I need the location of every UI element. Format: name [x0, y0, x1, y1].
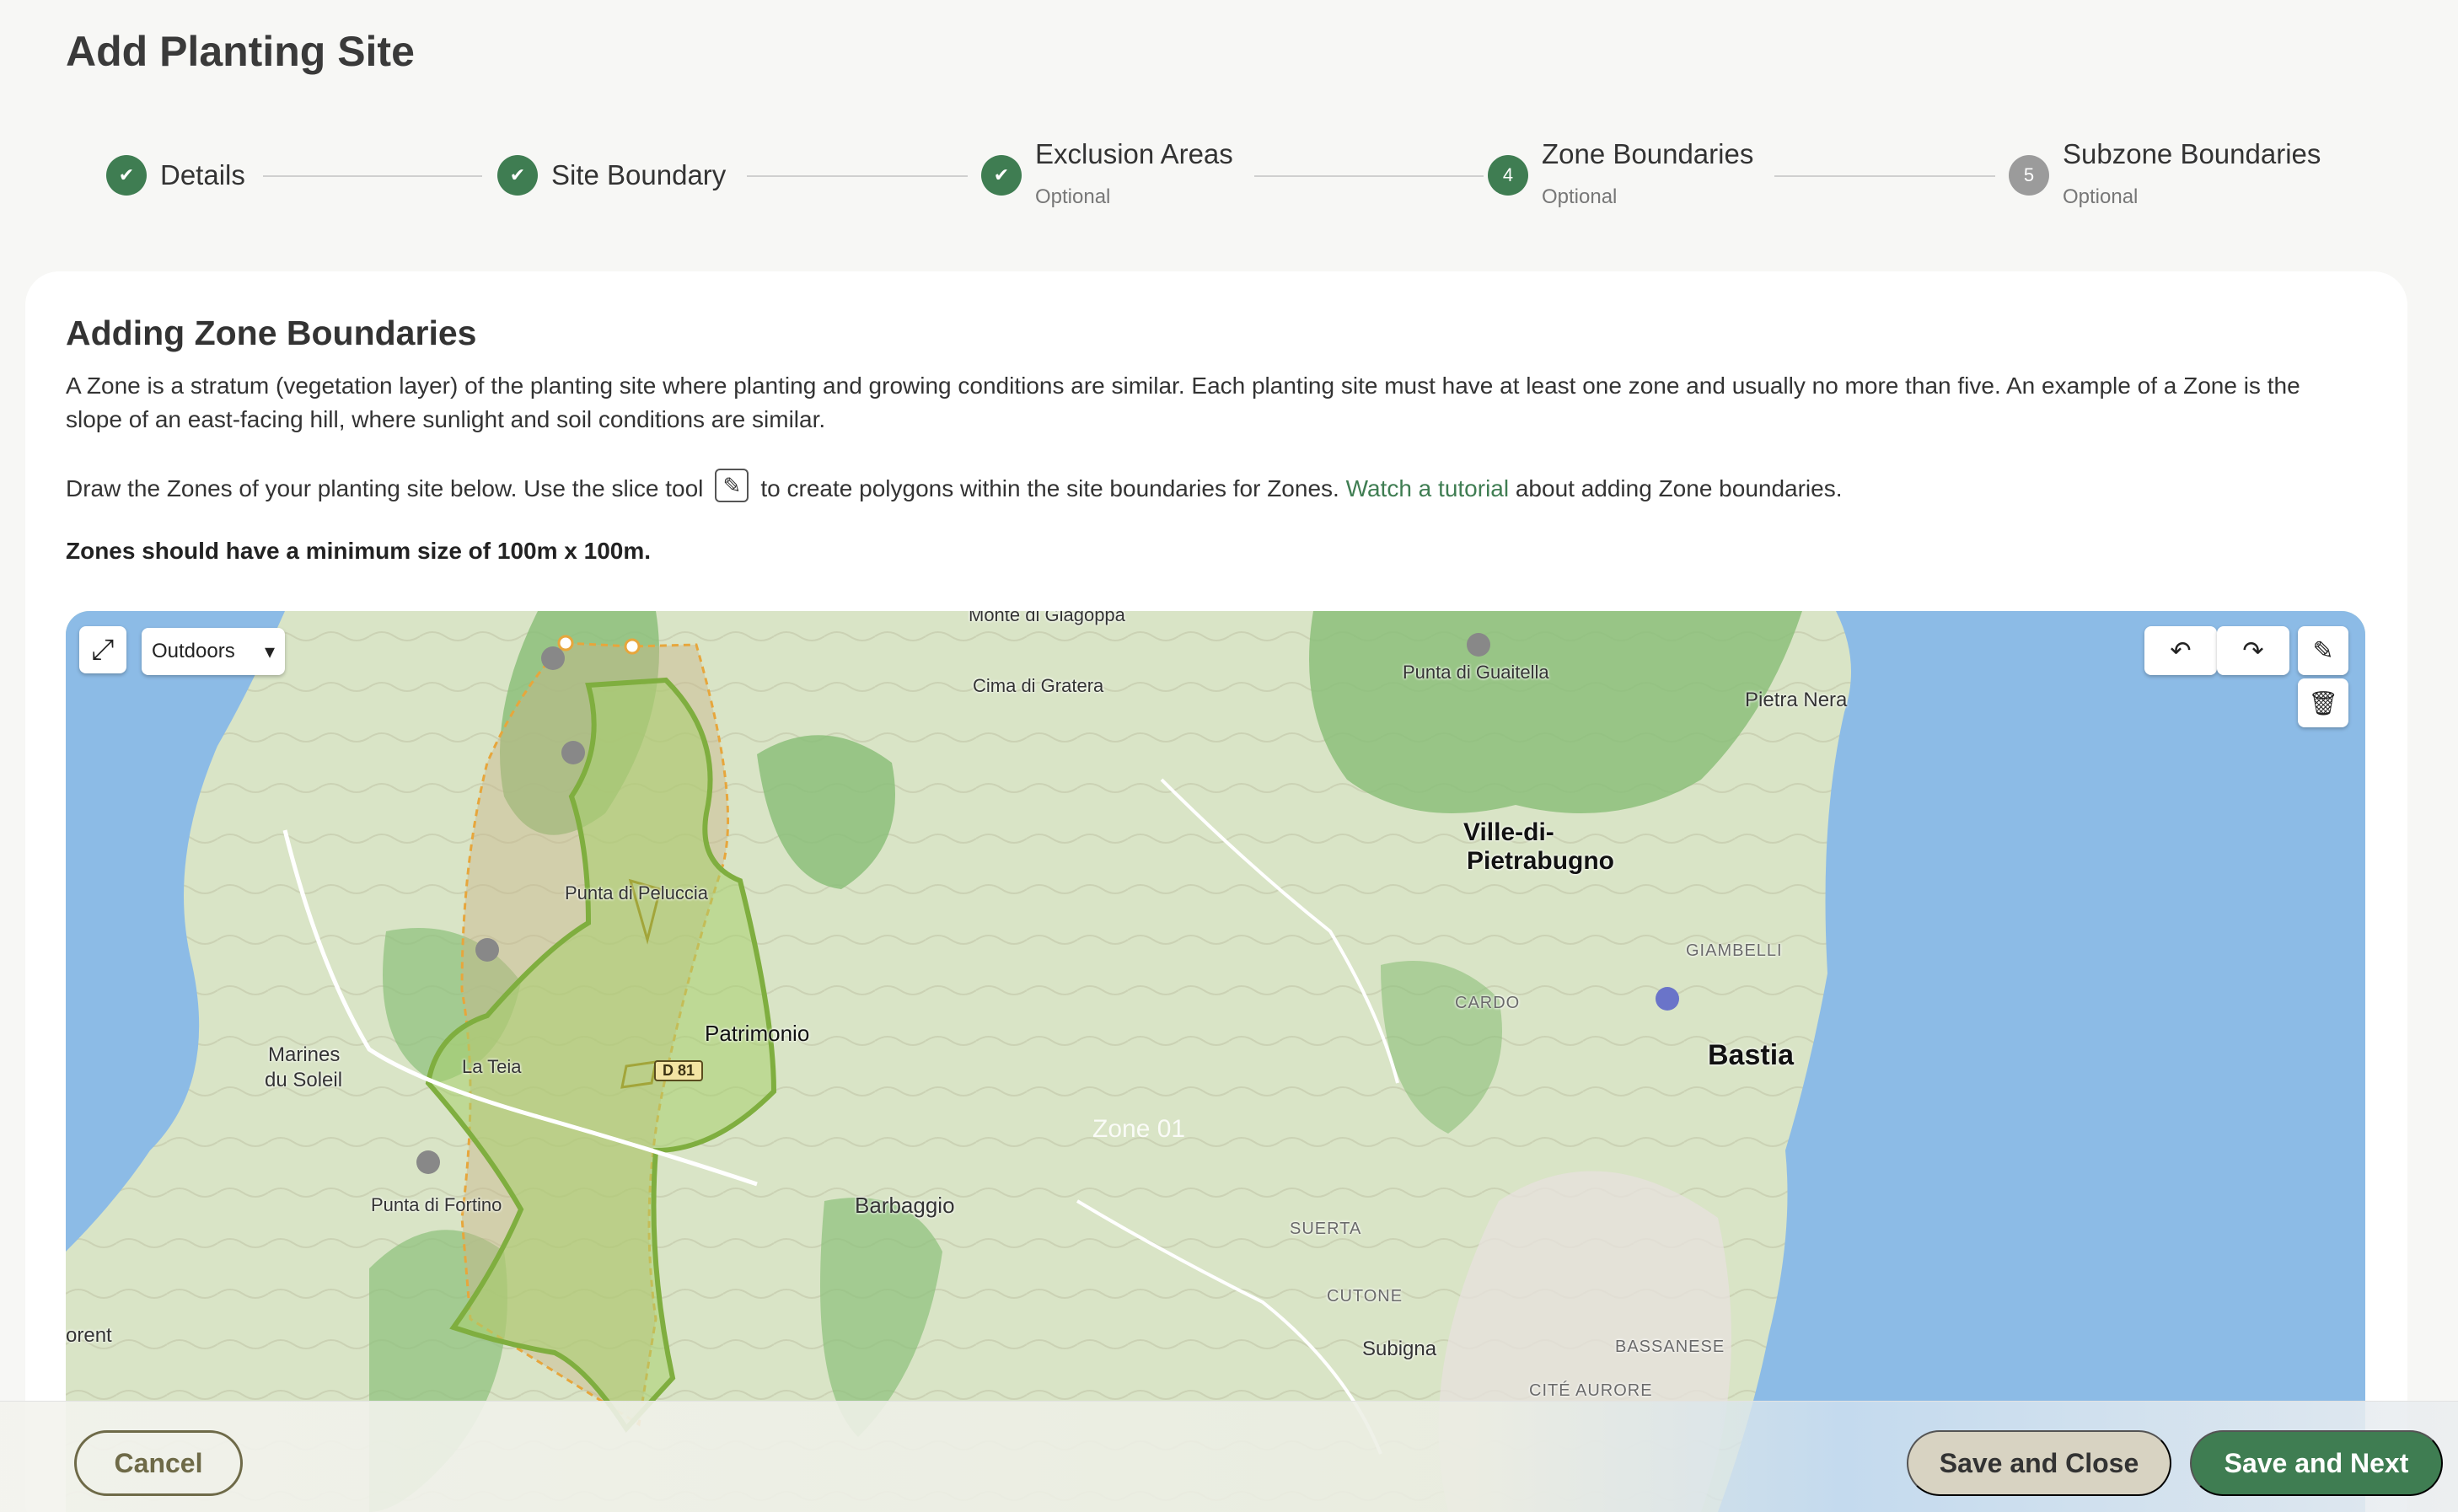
instructions-text-2: to create polygons within the site bound…	[760, 475, 1339, 501]
instructions-text-3: about adding Zone boundaries.	[1515, 475, 1843, 501]
watch-tutorial-link[interactable]: Watch a tutorial	[1346, 475, 1509, 501]
step-site-boundary-label: Site Boundary	[551, 159, 727, 190]
min-size-note: Zones should have a minimum size of 100m…	[66, 538, 652, 564]
step-zone-sub: Optional	[1542, 185, 1618, 208]
map-label: Pietra Nera	[1745, 689, 1848, 711]
step-number-5: 5	[2009, 155, 2049, 196]
map[interactable]: ⤢ Outdoors ▾ ↶ ↷ ✎ 🗑 Monte di Giagoppa C…	[66, 611, 2365, 1512]
zone-label: Zone 01	[1092, 1115, 1186, 1143]
step-details-label: Details	[160, 159, 245, 190]
undo-button[interactable]: ↶	[2144, 626, 2217, 675]
map-style-select[interactable]: Outdoors ▾	[142, 628, 285, 675]
map-label: Cima di Gratera	[973, 675, 1104, 696]
step-subzone-sub: Optional	[2063, 185, 2139, 208]
step-subzone-label: Subzone Boundaries	[2063, 138, 2321, 169]
save-and-next-button[interactable]: Save and Next	[2190, 1430, 2443, 1496]
delete-button[interactable]: 🗑	[2298, 678, 2348, 727]
instructions: Draw the Zones of your planting site bel…	[66, 468, 2342, 507]
check-icon: ✔	[106, 155, 147, 196]
check-icon: ✔	[981, 155, 1022, 196]
map-label: BASSANESE	[1615, 1338, 1725, 1356]
map-canvas[interactable]	[66, 611, 2365, 1512]
map-label: Punta di Guaitella	[1403, 662, 1549, 683]
check-icon: ✔	[497, 155, 538, 196]
road-badge: D 81	[654, 1060, 704, 1081]
map-label: Monte di Giagoppa	[969, 611, 1125, 625]
step-zone-label: Zone Boundaries	[1542, 138, 1754, 169]
map-label: Pietrabugno	[1467, 847, 1615, 875]
map-label: Punta di Peluccia	[565, 882, 708, 903]
zone-description: A Zone is a stratum (vegetation layer) o…	[66, 373, 2300, 432]
pencil-icon: ✎	[715, 468, 749, 502]
map-label: Ville-di-	[1463, 818, 1554, 846]
map-label: CARDO	[1455, 994, 1521, 1012]
stepper: ✔ Details ✔ Site Boundary ✔ Exclusion Ar…	[0, 0, 2458, 253]
step-connector	[747, 175, 968, 177]
map-label: Bastia	[1708, 1039, 1795, 1071]
map-label: Barbaggio	[855, 1193, 955, 1218]
map-label: La Teia	[462, 1056, 522, 1077]
step-number-4: 4	[1488, 155, 1528, 196]
trash-icon: 🗑	[2308, 689, 2338, 716]
fullscreen-button[interactable]: ⤢	[79, 626, 126, 673]
save-and-close-button[interactable]: Save and Close	[1907, 1430, 2171, 1496]
map-label: orent	[66, 1324, 112, 1347]
map-label: Marines	[268, 1043, 341, 1066]
map-label: Patrimonio	[705, 1021, 810, 1046]
step-exclusion-label: Exclusion Areas	[1035, 138, 1233, 169]
map-label: Subigna	[1362, 1338, 1437, 1360]
step-connector	[1254, 175, 1484, 177]
step-connector	[1774, 175, 1995, 177]
section-title: Adding Zone Boundaries	[66, 314, 477, 352]
redo-button[interactable]: ↷	[2217, 626, 2289, 675]
step-exclusion-sub: Optional	[1035, 185, 1111, 208]
step-connector	[263, 175, 482, 177]
undo-icon: ↶	[2170, 636, 2192, 665]
map-label: du Soleil	[265, 1069, 343, 1091]
instructions-text: Draw the Zones of your planting site bel…	[66, 475, 704, 501]
cancel-button[interactable]: Cancel	[74, 1430, 243, 1496]
slice-tool-button[interactable]: ✎	[2298, 626, 2348, 675]
chevron-down-icon: ▾	[264, 640, 275, 663]
map-label: GIAMBELLI	[1686, 941, 1783, 960]
redo-icon: ↷	[2242, 636, 2264, 665]
map-label: CUTONE	[1327, 1287, 1403, 1306]
map-label: CITÉ AURORE	[1529, 1381, 1653, 1400]
map-style-value: Outdoors	[152, 640, 235, 662]
map-label: SUERTA	[1290, 1220, 1362, 1238]
pencil-icon: ✎	[2312, 636, 2334, 665]
map-label: Punta di Fortino	[371, 1194, 502, 1215]
